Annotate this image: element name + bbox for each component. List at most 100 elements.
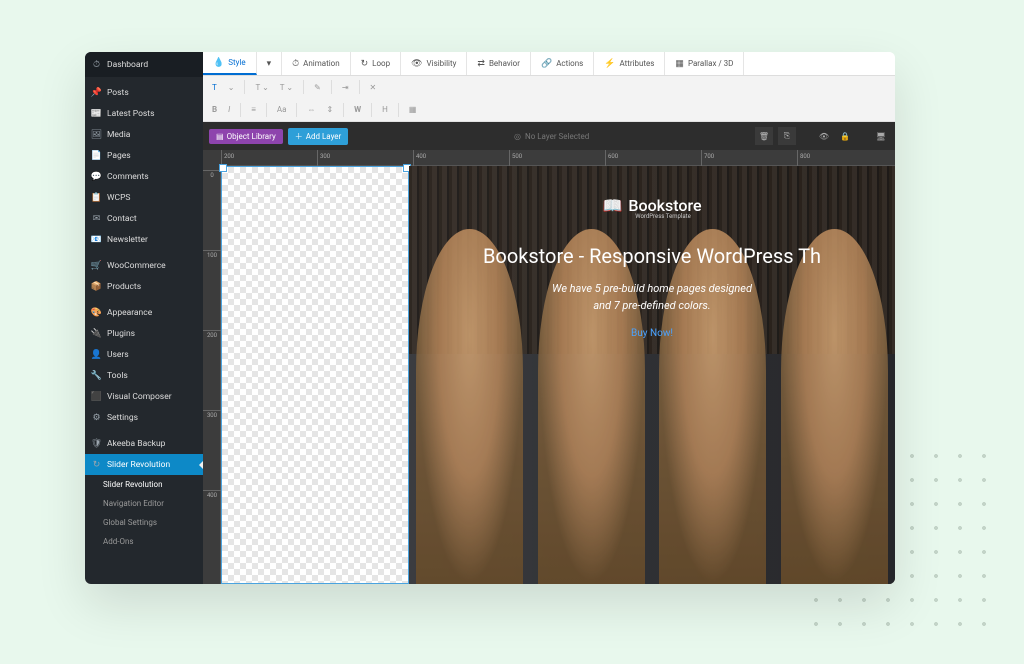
object-library-button[interactable]: ▤ Object Library [209, 129, 283, 144]
tab-label: Style [228, 58, 245, 67]
delete-layer-button[interactable]: 🗑 [755, 127, 773, 145]
tab-icon: ⏱ [292, 59, 299, 69]
library-icon: ▤ [216, 132, 224, 141]
sidebar-item-newsletter[interactable]: 📧Newsletter [85, 229, 203, 250]
tab-icon: 👁 [411, 59, 422, 69]
tab-attributes[interactable]: ⚡Attributes [594, 52, 665, 75]
sidebar-item-label: WooCommerce [107, 261, 166, 271]
canvas: 200300400500600700800 0100200300400 📖 Bo… [203, 150, 895, 584]
sidebar-item-label: Tools [107, 371, 128, 381]
sidebar-item-slider-revolution[interactable]: ↻Slider Revolution [85, 454, 203, 475]
tab-actions[interactable]: 🔗 Actions [531, 52, 594, 75]
sidebar-item-settings[interactable]: ⚙Settings [85, 407, 203, 428]
sidebar-item-label: Plugins [107, 329, 135, 339]
font-size[interactable]: T ⌄ [275, 81, 298, 94]
sidebar-item-visual-composer[interactable]: ⬛Visual Composer [85, 386, 203, 407]
tab-label: Visibility [427, 59, 457, 68]
menu-icon: 📄 [91, 150, 102, 161]
tab-behavior[interactable]: ⇄Behavior [467, 52, 531, 75]
text-tool[interactable]: T [207, 81, 222, 94]
tab-icon: ▾ [267, 59, 272, 69]
logo-subtitle: WordPress Template [635, 213, 691, 220]
add-layer-button[interactable]: ＋ Add Layer [288, 128, 349, 145]
grid-button[interactable]: ▦ [404, 103, 422, 116]
sidebar-item-wcps[interactable]: 📋WCPS [85, 187, 203, 208]
sidebar-sub-navigation-editor[interactable]: Navigation Editor [85, 494, 203, 513]
sidebar-item-posts[interactable]: 📌Posts [85, 82, 203, 103]
tab-label: Actions [556, 59, 583, 68]
hspace-button[interactable]: ⇔ [302, 103, 320, 116]
font-select[interactable]: ⌄ [223, 81, 240, 94]
book-icon: 📖 [602, 196, 622, 215]
menu-icon: ⬛ [91, 391, 102, 402]
sidebar-item-tools[interactable]: 🔧 Tools [85, 365, 203, 386]
vspace-button[interactable]: ⇕ [321, 103, 338, 116]
sidebar-item-comments[interactable]: 💬 Comments [85, 166, 203, 187]
slide-headline: Bookstore - Responsive WordPress Th [473, 244, 831, 268]
visibility-icon[interactable]: 👁 [816, 128, 832, 144]
sidebar-item-akeeba-backup[interactable]: 🛡 Akeeba Backup [85, 433, 203, 454]
sidebar-sub-add-ons[interactable]: Add-Ons [85, 532, 203, 551]
height-button[interactable]: H [377, 103, 393, 116]
target-icon: ◎ [514, 132, 521, 141]
transform-button[interactable]: Aa [272, 103, 292, 116]
weight-button[interactable]: W [349, 103, 366, 116]
desktop-icon[interactable]: 🖥 [873, 128, 889, 144]
spacing-tool[interactable]: ⇥ [337, 81, 354, 94]
no-layer-text: No Layer Selected [525, 132, 589, 141]
transparent-area[interactable] [221, 166, 409, 584]
bold-button[interactable]: B [207, 103, 222, 116]
sidebar-item-label: Products [107, 282, 141, 292]
tab-visibility[interactable]: 👁 Visibility [401, 52, 467, 75]
slide-preview[interactable]: 📖 Bookstore WordPress Template Bookstore… [409, 166, 895, 584]
sidebar-item-pages[interactable]: 📄 Pages [85, 145, 203, 166]
menu-icon: 📧 [91, 234, 102, 245]
stage[interactable]: 📖 Bookstore WordPress Template Bookstore… [221, 166, 895, 584]
sidebar-item-woocommerce[interactable]: 🛒 WooCommerce [85, 255, 203, 276]
sidebar-item-label: Akeeba Backup [107, 439, 165, 449]
sidebar-item-media[interactable]: 🖼Media [85, 124, 203, 145]
sidebar-dashboard-label: Dashboard [107, 60, 148, 70]
editor-tabs: 💧Style ▾ ⏱Animation↻Loop 👁 Visibility ⇄Behavi… [203, 52, 895, 76]
sidebar-item-label: Appearance [107, 308, 152, 318]
sidebar-item-label: WCPS [107, 193, 130, 203]
lock-icon[interactable]: 🔒 [837, 128, 853, 144]
menu-icon: 🛒 [91, 260, 102, 271]
tab-dropdown[interactable]: ▾ [257, 52, 283, 75]
menu-icon: 🖼 [91, 129, 102, 140]
app-frame: ⏱ Dashboard 📌Posts📰Latest Posts🖼Media 📄 Pa… [85, 52, 895, 584]
sidebar-item-latest-posts[interactable]: 📰Latest Posts [85, 103, 203, 124]
sidebar-item-users[interactable]: 👤Users [85, 344, 203, 365]
sidebar-item-appearance[interactable]: 🎨Appearance [85, 302, 203, 323]
menu-icon: 💬 [91, 171, 102, 182]
sidebar-dashboard[interactable]: ⏱ Dashboard [85, 52, 203, 77]
sidebar-sub-slider-revolution[interactable]: Slider Revolution [85, 475, 203, 494]
sidebar-item-label: Users [107, 350, 129, 360]
tab-loop[interactable]: ↻Loop [351, 52, 401, 75]
color-tool[interactable]: ✎ [309, 81, 326, 94]
text-style[interactable]: T ⌄ [250, 81, 273, 94]
sidebar-sub-global-settings[interactable]: Global Settings [85, 513, 203, 532]
wp-sidebar: ⏱ Dashboard 📌Posts📰Latest Posts🖼Media 📄 Pa… [85, 52, 203, 584]
tab-parallax-3d[interactable]: ▦Parallax / 3D [665, 52, 744, 75]
people-bg [409, 166, 895, 584]
align-button[interactable]: ≡ [246, 103, 261, 116]
italic-button[interactable]: I [223, 103, 235, 116]
menu-icon: 🛡 [91, 438, 102, 449]
sidebar-item-products[interactable]: 📦Products [85, 276, 203, 297]
sidebar-item-label: Comments [107, 172, 149, 182]
menu-icon: 🔧 [91, 370, 102, 381]
close-x[interactable]: ✕ [365, 81, 382, 94]
buy-now-link[interactable]: Buy Now! [631, 328, 673, 339]
tab-style[interactable]: 💧Style [203, 52, 257, 75]
object-library-label: Object Library [227, 132, 276, 141]
duplicate-layer-button[interactable]: ⎘ [778, 127, 796, 145]
menu-icon: 📰 [91, 108, 102, 119]
sidebar-item-plugins[interactable]: 🔌Plugins [85, 323, 203, 344]
tab-label: Loop [372, 59, 390, 68]
sidebar-item-label: Pages [107, 151, 131, 161]
tab-icon: 🔗 [541, 59, 552, 69]
tab-animation[interactable]: ⏱Animation [282, 52, 351, 75]
sidebar-item-contact[interactable]: ✉Contact [85, 208, 203, 229]
add-layer-label: Add Layer [306, 132, 342, 141]
